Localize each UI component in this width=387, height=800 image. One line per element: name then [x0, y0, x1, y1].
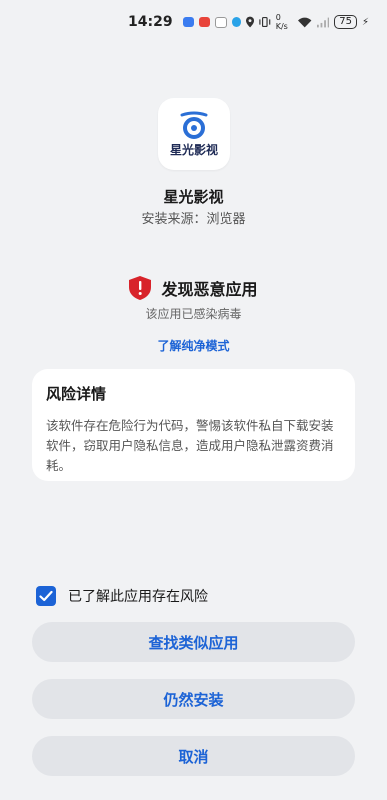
shield-alert-icon	[129, 276, 152, 300]
learn-pure-mode-link[interactable]: 了解纯净模式	[0, 337, 387, 354]
status-icons: 0 K/s 75 ⚡	[246, 13, 369, 31]
acknowledge-risk-label: 已了解此应用存在风险	[68, 589, 208, 605]
status-bar: 14:29 0 K/s 75 ⚡	[0, 0, 387, 44]
notification-app-icon	[198, 17, 211, 27]
app-logo-icon	[180, 111, 208, 139]
status-time: 14:29	[128, 14, 173, 30]
charging-icon: ⚡	[361, 16, 370, 28]
network-speed-icon: 0 K/s	[275, 13, 288, 31]
notification-app-icon	[215, 16, 227, 28]
risk-details-description: 该软件存在危险行为代码，警惕该软件私自下载安装软件，窃取用户隐私信息，造成用户隐…	[46, 418, 334, 473]
malware-warning: 发现恶意应用	[0, 276, 387, 300]
app-icon-label: 星光影视	[169, 142, 218, 157]
battery-icon: 75	[334, 15, 357, 29]
install-anyway-button[interactable]: 仍然安装	[32, 679, 355, 719]
signal-icon	[316, 17, 330, 27]
find-similar-apps-button[interactable]: 查找类似应用	[32, 622, 355, 662]
install-source: 安装来源：浏览器	[141, 212, 246, 227]
cancel-button[interactable]: 取消	[32, 736, 355, 776]
app-name: 星光影视	[163, 188, 224, 206]
warning-subtitle: 该应用已感染病毒	[145, 307, 242, 321]
risk-details-card: 风险详情 该软件存在危险行为代码，警惕该软件私自下载安装软件，窃取用户隐私信息，…	[32, 369, 355, 481]
location-icon	[246, 16, 255, 28]
notification-app-icon	[231, 17, 242, 27]
risk-details-title: 风险详情	[46, 385, 107, 403]
wifi-icon	[298, 17, 312, 27]
app-icon: 星光影视	[158, 98, 230, 170]
notification-app-icon	[182, 17, 194, 27]
vibrate-icon	[259, 16, 271, 28]
checkbox-checked-icon[interactable]	[36, 586, 56, 606]
acknowledge-risk-checkbox[interactable]: 已了解此应用存在风险	[36, 586, 208, 606]
warning-title: 发现恶意应用	[161, 280, 258, 299]
